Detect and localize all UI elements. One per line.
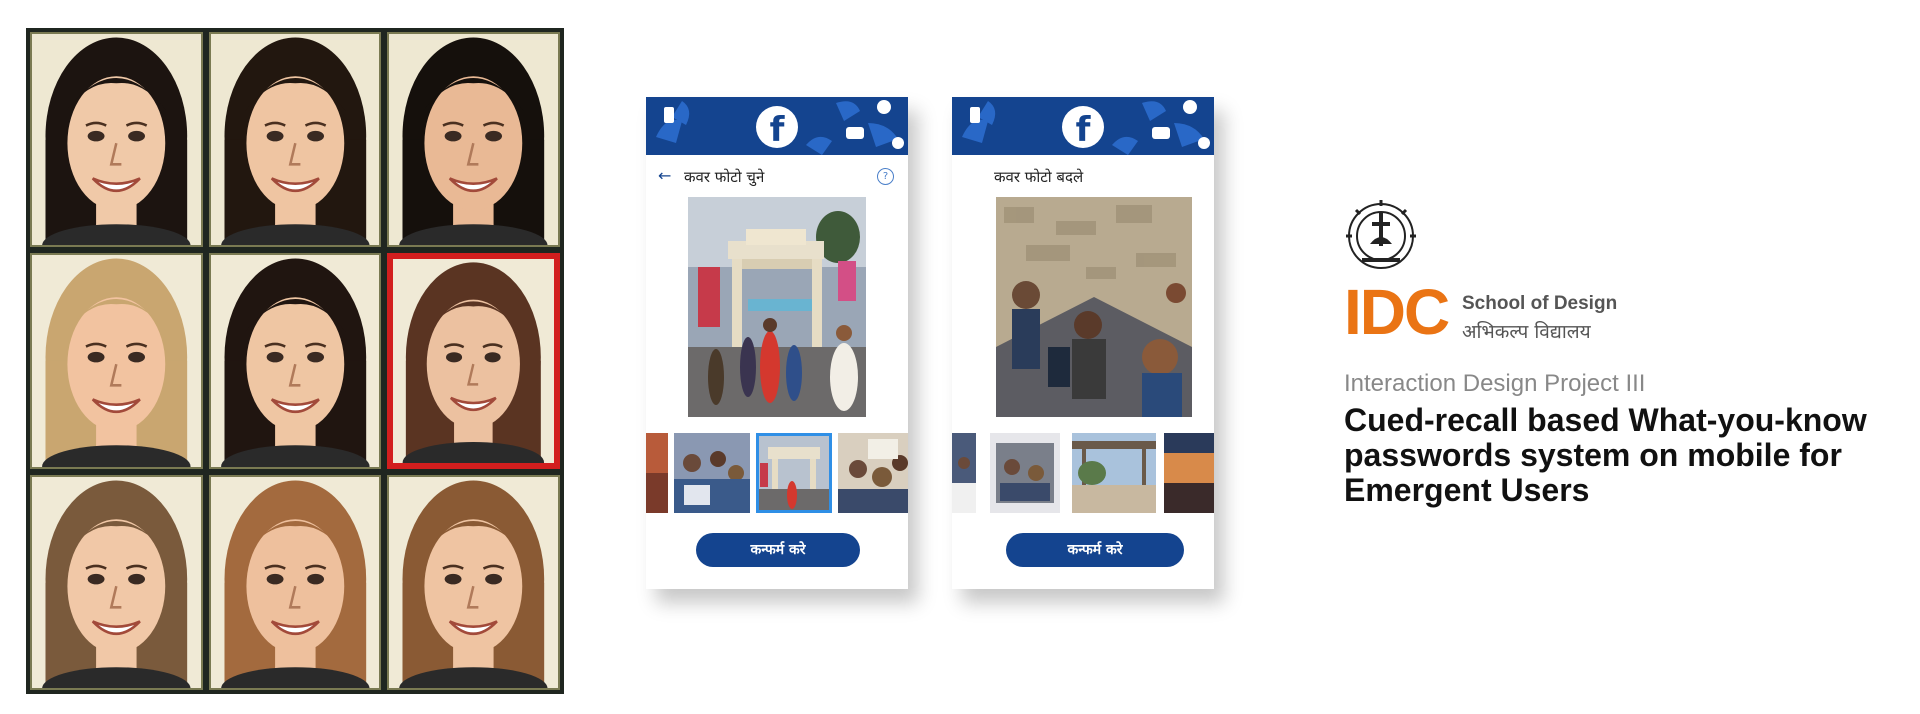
face-option-selected[interactable] — [387, 253, 560, 469]
project-title-line: Emergent Users — [1344, 472, 1590, 508]
project-title: Cued-recall based What-you-know password… — [1344, 403, 1904, 508]
facebook-header: f — [646, 97, 908, 155]
facebook-header: f — [952, 97, 1214, 155]
back-arrow-icon[interactable]: ← — [658, 166, 671, 185]
face-photo — [32, 34, 201, 246]
photo-thumbnail[interactable] — [990, 433, 1060, 513]
project-title-line: Cued-recall based What-you-know — [1344, 402, 1867, 438]
selected-cover-photo — [688, 197, 866, 417]
photo-thumbnail[interactable] — [952, 433, 976, 513]
face-option[interactable] — [30, 32, 203, 248]
photo-thumbnail-selected[interactable] — [756, 433, 832, 513]
photo-thumbnail[interactable] — [838, 433, 908, 513]
help-icon[interactable]: ? — [877, 168, 894, 185]
face-photo — [32, 476, 201, 688]
photo-thumbnail[interactable] — [1164, 433, 1214, 513]
face-grid — [26, 28, 564, 694]
face-option[interactable] — [208, 32, 382, 248]
phone-choose-cover: f ← कवर फोटो चुने ? कन्फर्म करे — [646, 97, 908, 589]
photo-thumbnail-strip — [952, 433, 1214, 513]
selected-cover-photo — [996, 197, 1192, 417]
school-name-hindi: अभिकल्प विद्यालय — [1462, 321, 1591, 343]
photo-thumbnail-strip — [646, 433, 908, 513]
face-photo — [393, 259, 554, 463]
photo-thumbnail[interactable] — [646, 433, 668, 513]
face-photo — [210, 34, 380, 246]
iit-bombay-seal-icon — [1346, 200, 1416, 269]
confirm-button[interactable]: कन्फर्म करे — [1006, 533, 1184, 567]
face-photo — [389, 34, 558, 246]
screen-title: कवर फोटो बदले — [994, 168, 1084, 186]
face-photo — [32, 255, 201, 467]
project-title-line: passwords system on mobile for — [1344, 437, 1842, 473]
title-row: ← कवर फोटो चुने ? — [646, 155, 908, 197]
photo-thumbnail[interactable] — [1072, 433, 1156, 513]
school-name-english: School of Design — [1462, 293, 1618, 314]
face-photo — [210, 255, 380, 467]
facebook-logo-icon: f — [1062, 106, 1104, 148]
face-option[interactable] — [30, 474, 203, 690]
face-photo — [210, 476, 380, 688]
face-option[interactable] — [30, 253, 203, 469]
idc-logo: IDC — [1344, 276, 1450, 348]
title-row: कवर फोटो बदले — [952, 155, 1214, 197]
face-photo — [389, 476, 558, 688]
phone-change-cover: f कवर फोटो बदले कन्फर्म करे — [952, 97, 1214, 589]
face-option[interactable] — [208, 253, 382, 469]
face-option[interactable] — [387, 474, 560, 690]
project-label: Interaction Design Project III — [1344, 370, 1646, 397]
screen-title: कवर फोटो चुने — [684, 168, 765, 186]
facebook-logo-icon: f — [756, 106, 798, 148]
face-option[interactable] — [387, 32, 560, 248]
photo-thumbnail[interactable] — [674, 433, 750, 513]
face-option[interactable] — [208, 474, 382, 690]
confirm-button[interactable]: कन्फर्म करे — [696, 533, 860, 567]
